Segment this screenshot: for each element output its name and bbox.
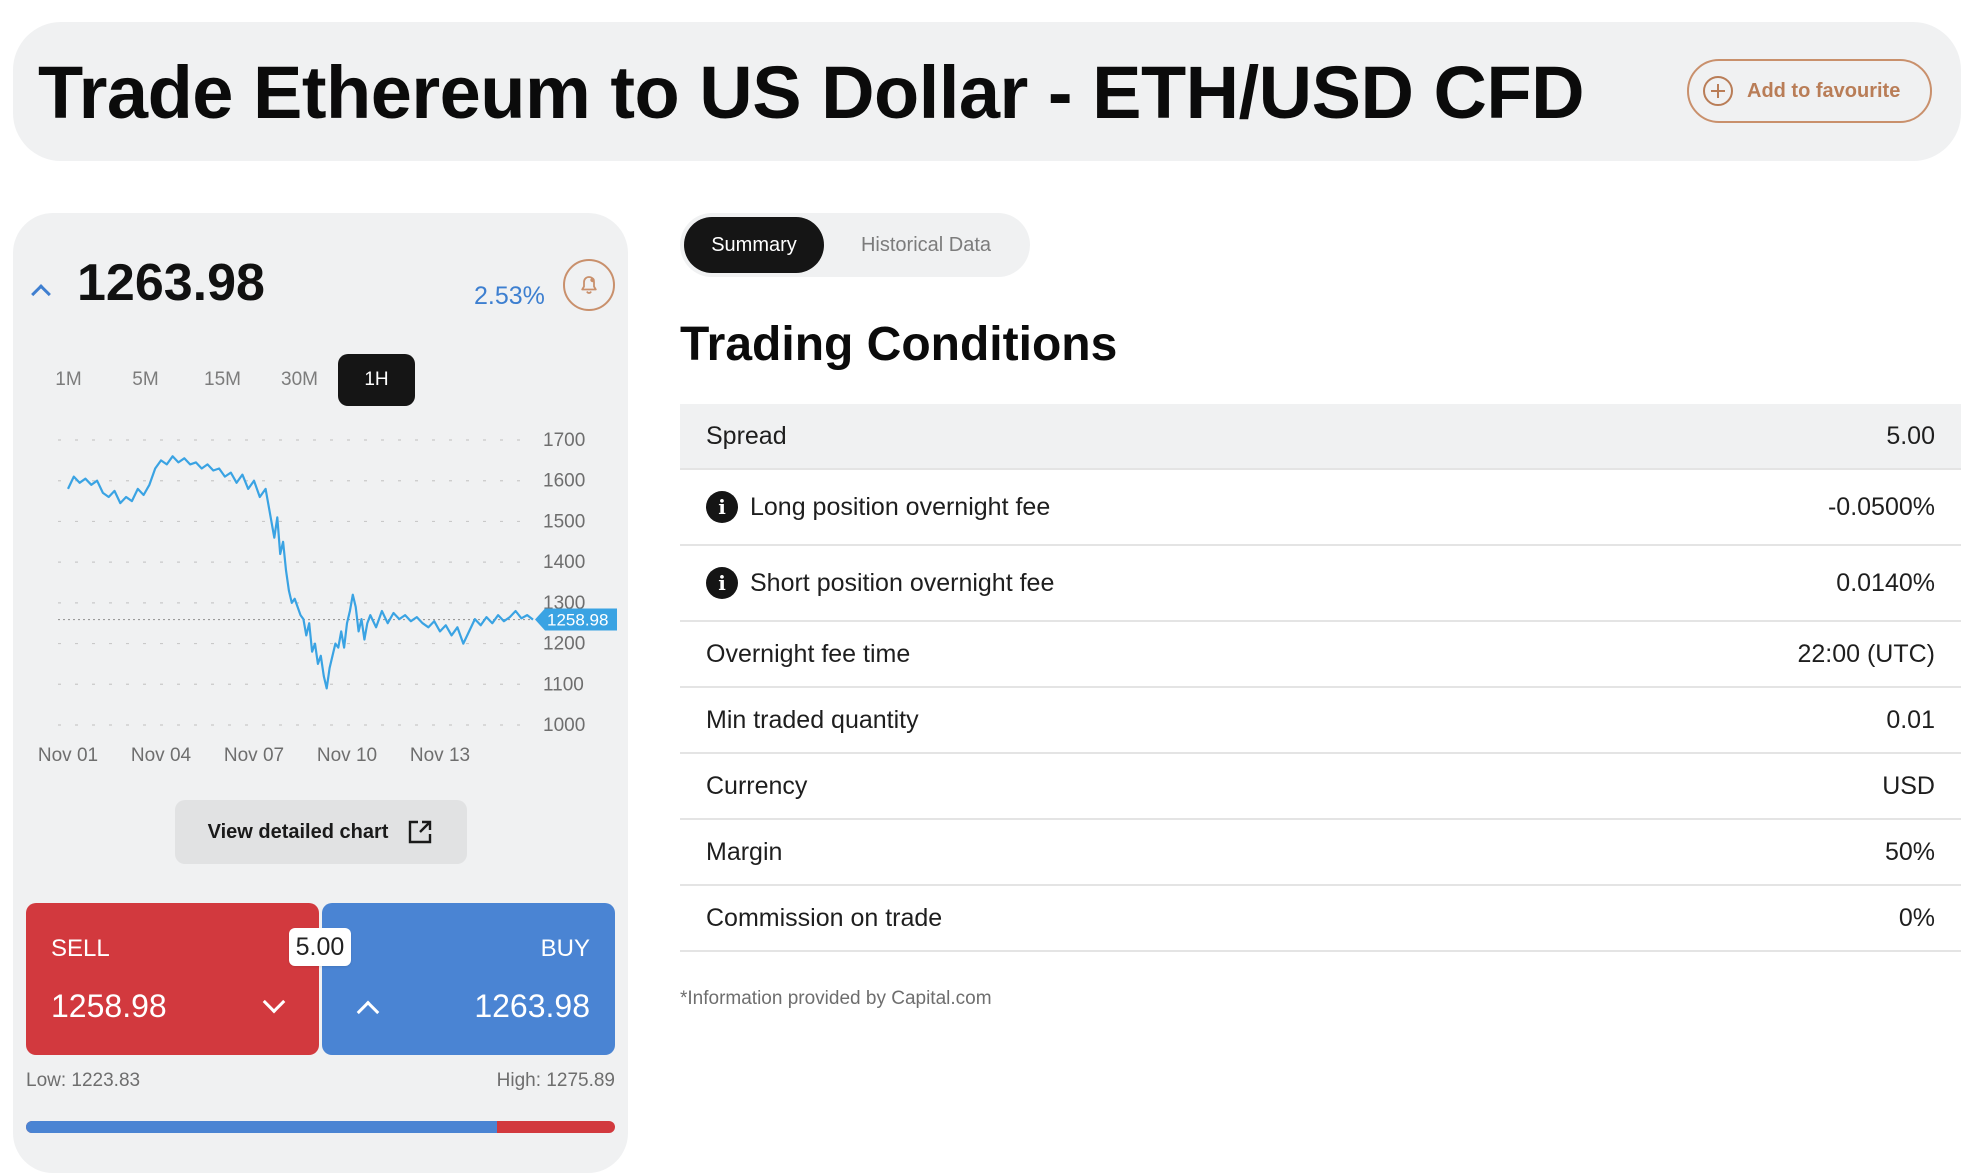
x-tick-label: Nov 13 — [410, 745, 470, 766]
external-link-icon — [409, 820, 432, 844]
spread-badge: 5.00 — [289, 928, 351, 966]
daily-range-bar — [26, 1121, 615, 1133]
chevron-down-icon — [262, 990, 286, 1014]
condition-name: Currency — [706, 772, 807, 801]
plus-circle-icon — [1703, 76, 1733, 106]
sell-price: 1258.98 — [51, 988, 167, 1024]
add-to-favourite-button[interactable]: Add to favourite — [1687, 59, 1932, 123]
current-price: 1263.98 — [77, 254, 265, 312]
range-fill — [26, 1121, 498, 1133]
add-to-favourite-label: Add to favourite — [1747, 79, 1901, 102]
timeframe-15m[interactable]: 15M — [184, 354, 261, 406]
condition-row: i Long position overnight fee -0.0500% — [680, 470, 1961, 546]
current-price-marker-label: 1258.98 — [547, 611, 608, 630]
condition-name: Overnight fee time — [706, 640, 910, 669]
condition-name: Spread — [706, 422, 787, 451]
tab-historical-data[interactable]: Historical Data — [830, 217, 1022, 273]
buy-button[interactable]: BUY 1263.98 — [322, 903, 615, 1055]
condition-row: Spread 5.00 — [680, 404, 1961, 470]
condition-label: Short position overnight fee — [750, 568, 1055, 597]
sell-button[interactable]: SELL 1258.98 — [26, 903, 319, 1055]
chevron-up-icon — [356, 1000, 380, 1024]
daily-low: Low: 1223.83 — [26, 1070, 141, 1091]
tab-summary[interactable]: Summary — [684, 217, 824, 273]
condition-label: Long position overnight fee — [750, 492, 1051, 521]
condition-row: Min traded quantity 0.01 — [680, 688, 1961, 754]
condition-label: Margin — [706, 837, 783, 866]
condition-row: Currency USD — [680, 754, 1961, 820]
condition-value: 50% — [1884, 837, 1935, 866]
daily-high: High: 1275.89 — [496, 1070, 615, 1091]
x-tick-label: Nov 10 — [317, 745, 377, 766]
condition-value: 5.00 — [1886, 421, 1935, 450]
condition-label: Commission on trade — [706, 903, 943, 932]
condition-value: 0.0140% — [1836, 568, 1935, 597]
footnote: *Information provided by Capital.com — [680, 988, 992, 1009]
bell-icon — [581, 276, 597, 294]
y-tick-label: 1600 — [543, 471, 585, 492]
section-title: Trading Conditions — [680, 318, 1118, 371]
condition-name: i Short position overnight fee — [706, 567, 1054, 599]
condition-row: Commission on trade 0% — [680, 886, 1961, 952]
price-chart[interactable]: 17001600150014001300120011001000Nov 01 No… — [13, 420, 628, 770]
info-icon[interactable]: i — [706, 567, 738, 599]
view-detailed-chart-label: View detailed chart — [207, 820, 389, 843]
condition-value: 0.01 — [1886, 705, 1935, 734]
buy-price: 1263.98 — [474, 988, 590, 1024]
buy-label: BUY — [540, 935, 590, 962]
price-alert-button[interactable] — [563, 259, 615, 311]
condition-name: Min traded quantity — [706, 706, 919, 735]
condition-value: 0% — [1898, 903, 1935, 932]
y-tick-label: 1200 — [543, 634, 585, 655]
condition-value: -0.0500% — [1827, 492, 1935, 521]
timeframe-selector: 1M 5M 15M 30M 1H — [30, 354, 415, 406]
price-series-line — [67, 455, 534, 690]
sell-label: SELL — [51, 935, 110, 962]
x-tick-label: Nov 04 — [131, 745, 192, 766]
condition-label: Spread — [706, 421, 787, 450]
x-tick-label: Nov 01 — [38, 745, 98, 766]
condition-value: USD — [1882, 771, 1935, 800]
view-detailed-chart-button[interactable]: View detailed chart — [175, 800, 467, 864]
condition-label: Min traded quantity — [706, 705, 919, 734]
condition-row: Margin 50% — [680, 820, 1961, 886]
condition-name: i Long position overnight fee — [706, 491, 1050, 523]
condition-label: Overnight fee time — [706, 639, 911, 668]
y-tick-label: 1100 — [543, 674, 584, 695]
tab-bar: Summary Historical Data — [680, 213, 1030, 277]
page-title: Trade Ethereum to US Dollar - ETH/USD CF… — [38, 51, 1585, 134]
y-tick-label: 1400 — [543, 552, 585, 573]
info-icon[interactable]: i — [706, 491, 738, 523]
timeframe-5m[interactable]: 5M — [107, 354, 184, 406]
y-tick-label: 1500 — [543, 511, 585, 532]
condition-name: Margin — [706, 838, 782, 867]
timeframe-1h[interactable]: 1H — [338, 354, 415, 406]
x-tick-label: Nov 07 — [224, 745, 284, 766]
trading-conditions-table: Spread 5.00 i Long position overnight fee -0… — [680, 404, 1961, 952]
condition-label: Currency — [706, 771, 808, 800]
condition-value: 22:00 (UTC) — [1797, 639, 1935, 668]
condition-name: Commission on trade — [706, 904, 942, 933]
condition-row: Overnight fee time 22:00 (UTC) — [680, 622, 1961, 688]
y-tick-label: 1700 — [543, 430, 585, 451]
condition-row: i Short position overnight fee 0.0140% — [680, 546, 1961, 622]
price-change-percent: 2.53% — [474, 282, 545, 310]
y-tick-label: 1000 — [543, 715, 585, 736]
timeframe-30m[interactable]: 30M — [261, 354, 338, 406]
timeframe-1m[interactable]: 1M — [30, 354, 107, 406]
